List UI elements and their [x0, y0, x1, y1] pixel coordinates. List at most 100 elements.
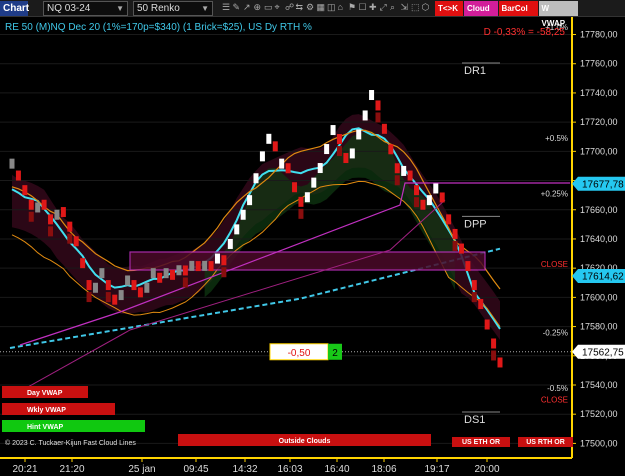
renko-brick — [433, 183, 439, 194]
search-icon[interactable]: ⌕ — [390, 2, 395, 13]
crosshair-icon[interactable]: ⊕ — [254, 2, 262, 13]
pivot-label: DR1 — [464, 65, 486, 77]
resize-icon[interactable]: ⇲ — [401, 2, 409, 13]
toggle-w-vwap-button[interactable]: W VWAP — [538, 1, 578, 28]
renko-brick — [137, 287, 143, 298]
toggle-barcol-button[interactable]: BarCol — [498, 1, 538, 16]
renko-brick — [362, 110, 368, 121]
menu-icon[interactable]: ☰ — [222, 2, 230, 13]
renko-brick — [324, 144, 330, 155]
bottom-button-label: US ETH OR — [462, 439, 500, 446]
renko-brick — [86, 280, 92, 291]
renko-brick — [292, 182, 298, 193]
renko-brick — [221, 267, 227, 278]
grid-layer — [0, 34, 572, 444]
swap-icon[interactable]: ⇆ — [296, 2, 304, 13]
plus-icon[interactable]: ✚ — [369, 2, 377, 13]
renko-brick — [420, 199, 426, 210]
renko-brick — [317, 163, 323, 174]
price-tick-label: 17740,00 — [580, 88, 618, 98]
pivot-label: DPP — [464, 218, 487, 230]
renko-brick — [157, 272, 163, 283]
renko-brick — [35, 202, 41, 213]
link-icon[interactable]: ☍ — [285, 2, 294, 13]
chart-menu-button[interactable]: Chart — [0, 1, 29, 16]
renko-brick — [150, 268, 156, 279]
hex-icon[interactable]: ⬡ — [422, 2, 430, 13]
renko-brick — [491, 338, 497, 349]
renko-brick — [426, 195, 432, 206]
renko-brick — [86, 292, 92, 303]
level-label: CLOSE — [541, 260, 568, 269]
renko-brick — [356, 129, 362, 140]
toggle-t-k-button[interactable]: T<>K — [435, 1, 463, 16]
renko-brick — [253, 173, 259, 184]
renko-brick — [118, 290, 124, 301]
renko-brick — [125, 275, 131, 286]
renko-brick — [439, 192, 445, 203]
renko-brick — [221, 255, 227, 266]
bottom-button[interactable] — [2, 420, 145, 432]
price-tick-label: 17780,00 — [580, 30, 618, 40]
pencil-icon[interactable]: ✎ — [233, 2, 241, 13]
bottom-button-label: Wkly VWAP — [27, 407, 66, 414]
renko-brick — [388, 144, 394, 155]
rect-icon[interactable]: ▭ — [264, 2, 273, 13]
frame-icon[interactable]: ⬚ — [411, 2, 420, 13]
renko-brick — [349, 148, 355, 159]
renko-brick — [336, 134, 342, 145]
renko-brick — [41, 199, 47, 210]
gear-icon[interactable]: ⚙ — [306, 2, 314, 13]
renko-brick — [452, 240, 458, 251]
renko-brick — [471, 292, 477, 303]
renko-brick — [285, 163, 291, 174]
level-label: +0.25% — [541, 190, 568, 199]
split-icon[interactable]: ◫ — [327, 2, 336, 13]
renko-brick — [311, 177, 317, 188]
renko-brick — [414, 185, 420, 196]
flag-icon[interactable]: ⚑ — [348, 2, 356, 13]
renko-brick — [202, 260, 208, 271]
renko-brick — [266, 133, 272, 144]
toolbar: Chart NQ 03-24 ▼ 50 Renko ▼ ☰ ✎ ↗ ⊕ ▭ ⌖ ☍ ⇆ ⚙ ▦ ◫ ⌂… — [0, 0, 625, 28]
price-tick-label: 17500,00 — [580, 438, 618, 448]
time-tick-label: 25 jan — [128, 464, 155, 475]
renko-brick — [227, 238, 233, 249]
renko-brick — [208, 261, 214, 272]
grid-icon[interactable]: ▦ — [317, 2, 326, 13]
price-tag-label: 17677,78 — [582, 179, 624, 190]
renko-brick — [112, 294, 118, 305]
renko-brick — [401, 165, 407, 176]
renko-brick — [259, 151, 265, 162]
renko-brick — [28, 199, 34, 210]
renko-brick — [375, 112, 381, 123]
renko-brick — [22, 185, 28, 196]
renko-brick — [375, 100, 381, 111]
instrument-selector[interactable]: NQ 03-24 ▼ — [43, 1, 128, 16]
box-icon[interactable]: ☐ — [359, 2, 367, 13]
renko-brick — [28, 211, 34, 222]
toggle-cloud-button[interactable]: Cloud — [464, 1, 498, 16]
bar-type-selector[interactable]: 50 Renko ▼ — [133, 1, 213, 16]
arrow-icon[interactable]: ↗ — [243, 2, 251, 13]
time-tick-label: 19:17 — [424, 464, 449, 475]
renko-brick — [247, 195, 253, 206]
renko-brick — [298, 208, 304, 219]
renko-brick — [105, 292, 111, 303]
pnl-readout: D -0,33% = -58,25 — [483, 27, 565, 38]
price-tick-label: 17660,00 — [580, 205, 618, 215]
home-icon[interactable]: ⌂ — [338, 2, 343, 12]
expand-icon[interactable]: ⤢ — [380, 2, 387, 13]
time-tick-label: 21:20 — [59, 464, 84, 475]
renko-brick — [131, 280, 137, 291]
renko-brick — [298, 196, 304, 207]
renko-brick — [189, 260, 195, 271]
renko-brick — [60, 207, 66, 218]
price-tick-label: 17720,00 — [580, 117, 618, 127]
price-axis: 17780,00 17760,00 17740,00 17720,00 17700,00… — [571, 17, 625, 458]
renko-brick — [452, 228, 458, 239]
target-icon[interactable]: ⌖ — [275, 2, 280, 13]
renko-brick — [182, 265, 188, 276]
renko-brick — [279, 158, 285, 169]
level-label: CLOSE — [541, 396, 568, 405]
